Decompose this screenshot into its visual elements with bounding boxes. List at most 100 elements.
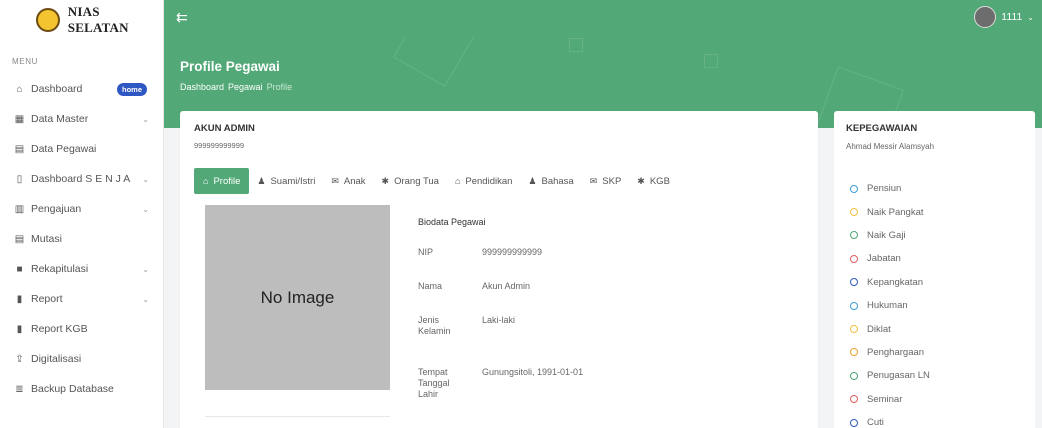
circle-icon (850, 208, 858, 217)
breadcrumb-pegawai[interactable]: Pegawai (228, 82, 263, 92)
sidebar-item-dashboard-s-e-n-j-a[interactable]: ▯ Dashboard S E N J A ⌄ (0, 164, 163, 194)
card-subtitle: 999999999999 (194, 141, 245, 150)
gear-icon: ✱ (637, 175, 645, 186)
side-card-title: KEPEGAWAIAN (846, 123, 918, 134)
kepegawaian-item-cuti[interactable]: Cuti (850, 411, 930, 428)
tab-bahasa[interactable]: ♟ Bahasa (520, 168, 581, 194)
tab-anak[interactable]: ✉ Anak (323, 168, 373, 194)
sidebar-item-label: Rekapitulasi (31, 263, 89, 275)
field-value-jenis-kelamin: Laki-laki (482, 315, 516, 325)
tab-pendidikan[interactable]: ⌂ Pendidikan (447, 168, 520, 194)
sidebar-item-data-master[interactable]: ▦ Data Master ⌄ (0, 104, 163, 134)
kepegawaian-item-label: Hukuman (867, 300, 908, 312)
topbar: ⇇ 1111 ⌄ (164, 0, 1042, 36)
tab-label: SKP (602, 175, 622, 187)
circle-icon (850, 418, 858, 427)
kepegawaian-item-penghargaan[interactable]: Penghargaan (850, 341, 930, 364)
sidebar-item-dashboard[interactable]: ⌂ Dashboard home (0, 74, 163, 104)
home-icon: ⌂ (16, 83, 23, 95)
kepegawaian-card: KEPEGAWAIAN Ahmad Messir Alamsyah Pensiu… (834, 111, 1035, 428)
kepegawaian-item-label: Naik Gaji (867, 229, 906, 241)
page-title: Profile Pegawai (180, 59, 280, 74)
tab-label: Suami/Istri (270, 175, 316, 187)
sidebar-item-label: Report (31, 293, 63, 305)
circle-icon (850, 301, 858, 310)
tab-suami-istri[interactable]: ♟ Suami/Istri (249, 168, 323, 194)
file-icon: ▮ (16, 323, 23, 335)
kepegawaian-item-diklat[interactable]: Diklat (850, 317, 930, 340)
sidebar-item-label: Mutasi (31, 233, 62, 245)
kepegawaian-item-seminar[interactable]: Seminar (850, 388, 930, 411)
logo-icon (36, 8, 60, 32)
sidebar-item-report-kgb[interactable]: ▮ Report KGB (0, 314, 163, 344)
kepegawaian-item-label: Penghargaan (867, 346, 925, 358)
tablet-icon: ▯ (16, 173, 23, 185)
sidebar-item-label: Dashboard (31, 83, 83, 95)
divider (205, 416, 390, 417)
sidebar-item-pengajuan[interactable]: ▥ Pengajuan ⌄ (0, 194, 163, 224)
book-icon: ■ (16, 263, 23, 275)
kepegawaian-item-label: Naik Pangkat (867, 206, 924, 218)
circle-icon (850, 325, 858, 334)
sidebar-item-digitalisasi[interactable]: ⇪ Digitalisasi (0, 344, 163, 374)
kepegawaian-item-naik-gaji[interactable]: Naik Gaji (850, 224, 930, 247)
kepegawaian-item-label: Pensiun (867, 183, 902, 195)
profile-tabs: ⌂ Profile ♟ Suami/Istri ✉ Anak ✱ Orang Tua ⌂ Pend… (194, 168, 678, 194)
gear-icon: ✱ (381, 175, 390, 186)
kepegawaian-item-jabatan[interactable]: Jabatan (850, 247, 930, 270)
sidebar-menu: ⌂ Dashboard home ▦ Data Master ⌄ ▤ Data Pegawai… (0, 74, 163, 404)
circle-icon (850, 278, 858, 287)
field-label-jenis-kelamin: Jenis Kelamin (418, 315, 451, 336)
chevron-down-icon: ⌄ (142, 204, 149, 214)
chevron-down-icon: ⌄ (142, 294, 149, 304)
sidebar-item-report[interactable]: ▮ Report ⌄ (0, 284, 163, 314)
breadcrumb-dashboard[interactable]: Dashboard (180, 82, 224, 92)
tab-label: KGB (649, 175, 670, 187)
circle-icon (850, 254, 858, 263)
sidebar-item-rekapitulasi[interactable]: ■ Rekapitulasi ⌄ (0, 254, 163, 284)
kepegawaian-item-pensiun[interactable]: Pensiun (850, 177, 930, 200)
sidebar: NIAS SELATAN MENU ⌂ Dashboard home ▦ Data Ma… (0, 0, 164, 428)
sidebar-item-mutasi[interactable]: ▤ Mutasi (0, 224, 163, 254)
kepegawaian-item-hukuman[interactable]: Hukuman (850, 294, 930, 317)
tab-skp[interactable]: ✉ SKP (582, 168, 630, 194)
sidebar-item-label: Backup Database (31, 383, 114, 395)
table-icon: ▦ (14, 113, 25, 125)
tab-label: Pendidikan (465, 175, 513, 187)
sidebar-item-label: Data Pegawai (31, 143, 97, 155)
tab-label: Bahasa (541, 175, 574, 187)
brand[interactable]: NIAS SELATAN (0, 0, 163, 40)
kepegawaian-item-label: Jabatan (867, 253, 901, 265)
side-card-subtitle: Ahmad Messir Alamsyah (846, 142, 935, 151)
id-card-icon: ▤ (14, 233, 25, 245)
mail-icon: ✉ (589, 175, 598, 186)
profile-photo: No Image (205, 205, 390, 390)
circle-icon (850, 371, 858, 380)
field-value-nama: Akun Admin (482, 281, 531, 291)
chevron-down-icon: ⌄ (1027, 12, 1034, 22)
tab-kgb[interactable]: ✱ KGB (629, 168, 678, 194)
sidebar-item-label: Dashboard S E N J A (31, 173, 131, 185)
circle-icon (850, 395, 858, 404)
kepegawaian-item-penugasan-ln[interactable]: Penugasan LN (850, 364, 930, 387)
sidebar-item-label: Data Master (31, 113, 89, 125)
sidebar-toggle-icon[interactable]: ⇇ (176, 9, 188, 26)
tab-profile[interactable]: ⌂ Profile (194, 168, 250, 194)
sidebar-item-backup-database[interactable]: ≣ Backup Database (0, 374, 163, 404)
field-label-nip: NIP (418, 247, 434, 257)
tab-label: Profile (213, 175, 241, 187)
kepegawaian-item-kepangkatan[interactable]: Kepangkatan (850, 271, 930, 294)
tab-label: Orang Tua (394, 175, 439, 187)
sidebar-item-data-pegawai[interactable]: ▤ Data Pegawai (0, 134, 163, 164)
kepegawaian-item-naik-pangkat[interactable]: Naik Pangkat (850, 200, 930, 223)
building-icon: ▥ (14, 203, 25, 215)
sidebar-item-label: Digitalisasi (31, 353, 82, 365)
sidebar-item-label: Pengajuan (31, 203, 82, 215)
user-menu[interactable]: 1111 ⌄ (974, 6, 1034, 28)
chevron-down-icon: ⌄ (142, 264, 149, 274)
file-icon: ▮ (16, 293, 23, 305)
avatar[interactable] (974, 6, 997, 28)
kepegawaian-item-label: Penugasan LN (867, 370, 930, 382)
menu-title: MENU (12, 57, 38, 66)
tab-orang-tua[interactable]: ✱ Orang Tua (374, 168, 447, 194)
